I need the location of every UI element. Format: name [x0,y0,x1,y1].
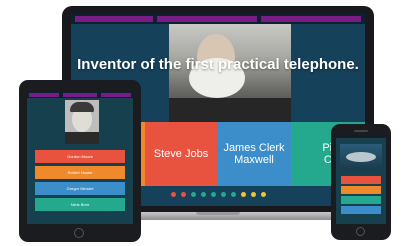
answer-option[interactable]: James Clerk Maxwell [217,122,291,186]
laptop-topbar-segment [157,16,257,22]
tablet-top-bar [27,92,133,98]
tablet-answer-option[interactable]: Gordon Moore [35,150,125,163]
progress-dot [210,191,216,197]
progress-dot [260,191,266,197]
tablet-answer-option[interactable]: Robert Hooke [35,166,125,179]
phone-speaker [354,130,368,132]
photo-hair [70,102,94,112]
progress-dot [170,191,176,197]
scientist-photo [65,100,99,144]
phone-answer-option[interactable] [341,186,381,194]
tablet-screen: Gordon Moore Robert Hooke Gregor Mendel … [27,92,133,224]
laptop-top-bar [71,14,365,24]
tablet-answer-option[interactable]: Niels Bohr [35,198,125,211]
phone-image-subject [346,152,376,162]
photo-coat [65,132,99,144]
phone-answer-option[interactable] [341,206,381,214]
progress-dot [220,191,226,197]
phone-answer-option[interactable] [341,176,381,184]
tablet-answer-option[interactable]: Gregor Mendel [35,182,125,195]
tablet-topbar-segment [29,93,59,97]
phone-answer-option[interactable] [341,196,381,204]
laptop-notch [196,212,240,215]
question-text: Inventor of the first practical telephon… [77,56,359,73]
progress-dot [180,191,186,197]
progress-dot [250,191,256,197]
inventor-portrait [169,24,291,132]
progress-dot [240,191,246,197]
tablet-topbar-segment [101,93,131,97]
tablet-home-button[interactable] [74,228,84,238]
phone-question-image [340,144,382,170]
phone-home-button[interactable] [356,227,365,236]
phone-screen [336,138,386,224]
answer-option[interactable]: Steve Jobs [145,122,217,186]
progress-dot [190,191,196,197]
laptop-topbar-segment [261,16,361,22]
progress-dot [200,191,206,197]
progress-dot [230,191,236,197]
laptop-topbar-segment [75,16,153,22]
tablet-topbar-segment [63,93,97,97]
